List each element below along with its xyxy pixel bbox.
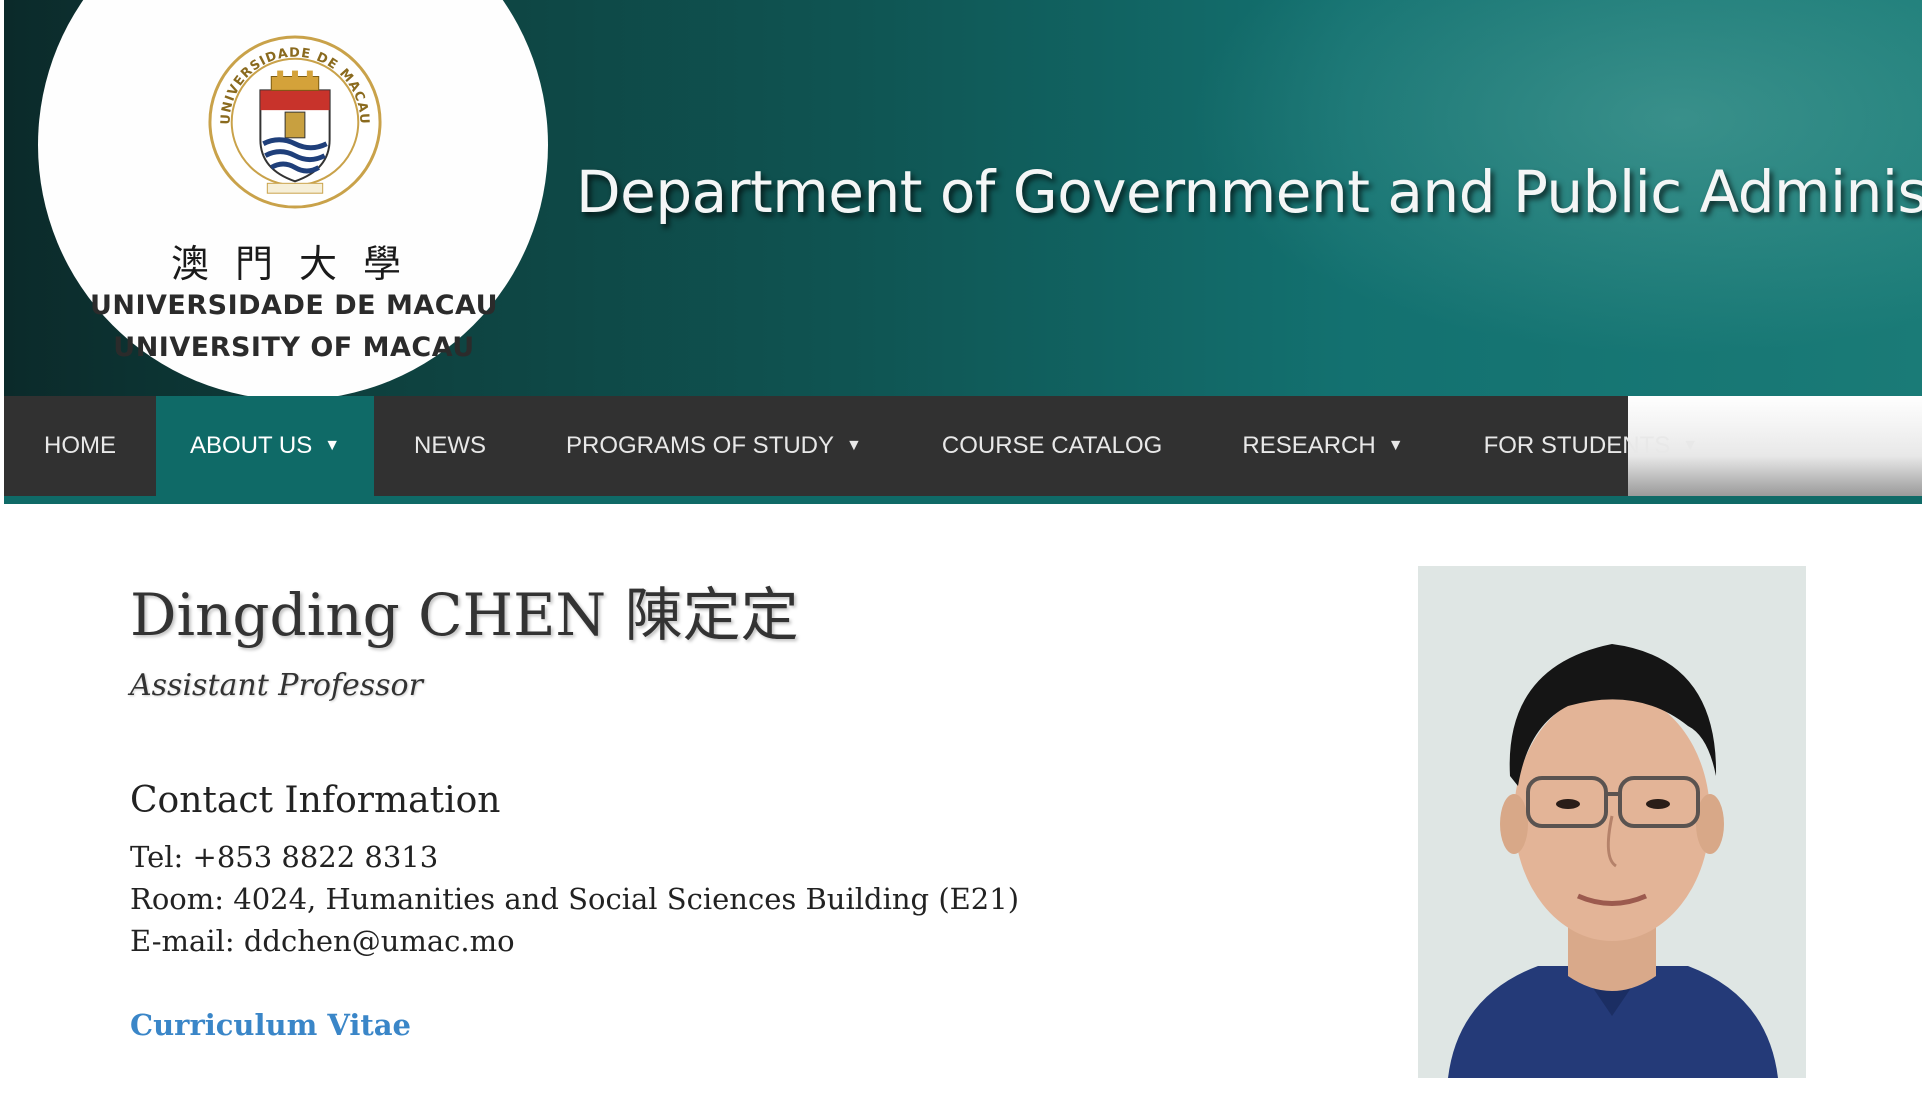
- site-header: UNIVERSIDADE DE MACAU 澳門大學 UNIVERSIDADE …: [4, 0, 1924, 396]
- profile-photo: [1418, 566, 1806, 1078]
- department-title[interactable]: Department of Government and Public Admi…: [576, 158, 1924, 226]
- caret-down-icon: ▼: [1387, 437, 1404, 454]
- profile-title: Assistant Professor: [130, 668, 423, 703]
- nav-item-label: RESEARCH: [1242, 432, 1376, 459]
- caret-down-icon: ▼: [1682, 437, 1699, 454]
- nav-item-news[interactable]: NEWS: [374, 396, 526, 496]
- contact-heading: Contact Information: [130, 780, 501, 821]
- university-name-chinese: 澳門大學: [170, 242, 427, 286]
- caret-down-icon: ▼: [324, 437, 341, 454]
- nav-item-about-us[interactable]: ABOUT US ▼: [156, 396, 374, 496]
- university-name-english: UNIVERSITY OF MACAU: [113, 332, 475, 363]
- profile-name: Dingding CHEN 陳定定: [130, 581, 799, 649]
- contact-tel: Tel: +853 8822 8313: [130, 840, 439, 874]
- nav-item-label: PROGRAMS OF STUDY: [566, 432, 835, 459]
- page-right-border: [1922, 0, 1932, 1102]
- curriculum-vitae-link[interactable]: Curriculum Vitae: [130, 1008, 411, 1042]
- nav-item-label: HOME: [44, 432, 116, 459]
- university-name-portuguese: UNIVERSIDADE DE MACAU: [89, 290, 499, 321]
- portrait-image: [1418, 566, 1806, 1078]
- nav-item-home[interactable]: HOME: [4, 396, 156, 496]
- page: UNIVERSIDADE DE MACAU 澳門大學 UNIVERSIDADE …: [4, 0, 1924, 1102]
- nav-items: HOME ABOUT US ▼ NEWS PROGRAMS OF STUDY ▼…: [4, 396, 1738, 496]
- nav-item-research[interactable]: RESEARCH ▼: [1202, 396, 1443, 496]
- nav-item-label: COURSE CATALOG: [941, 432, 1163, 459]
- nav-underline: [4, 496, 1924, 504]
- main-nav: HOME ABOUT US ▼ NEWS PROGRAMS OF STUDY ▼…: [4, 396, 1924, 504]
- caret-down-icon: ▼: [846, 437, 862, 454]
- university-seal-icon: UNIVERSIDADE DE MACAU: [208, 35, 382, 209]
- contact-room: Room: 4024, Humanities and Social Scienc…: [130, 882, 1020, 916]
- nav-item-label: FOR STUDENTS: [1483, 432, 1671, 459]
- nav-item-for-students[interactable]: FOR STUDENTS ▼: [1444, 396, 1739, 496]
- nav-item-course-catalog[interactable]: COURSE CATALOG: [902, 396, 1202, 496]
- nav-item-label: NEWS: [414, 432, 486, 459]
- contact-email: E-mail: ddchen@umac.mo: [130, 924, 515, 958]
- nav-item-label: ABOUT US: [189, 432, 313, 459]
- nav-item-programs-of-study[interactable]: PROGRAMS OF STUDY ▼: [526, 396, 902, 496]
